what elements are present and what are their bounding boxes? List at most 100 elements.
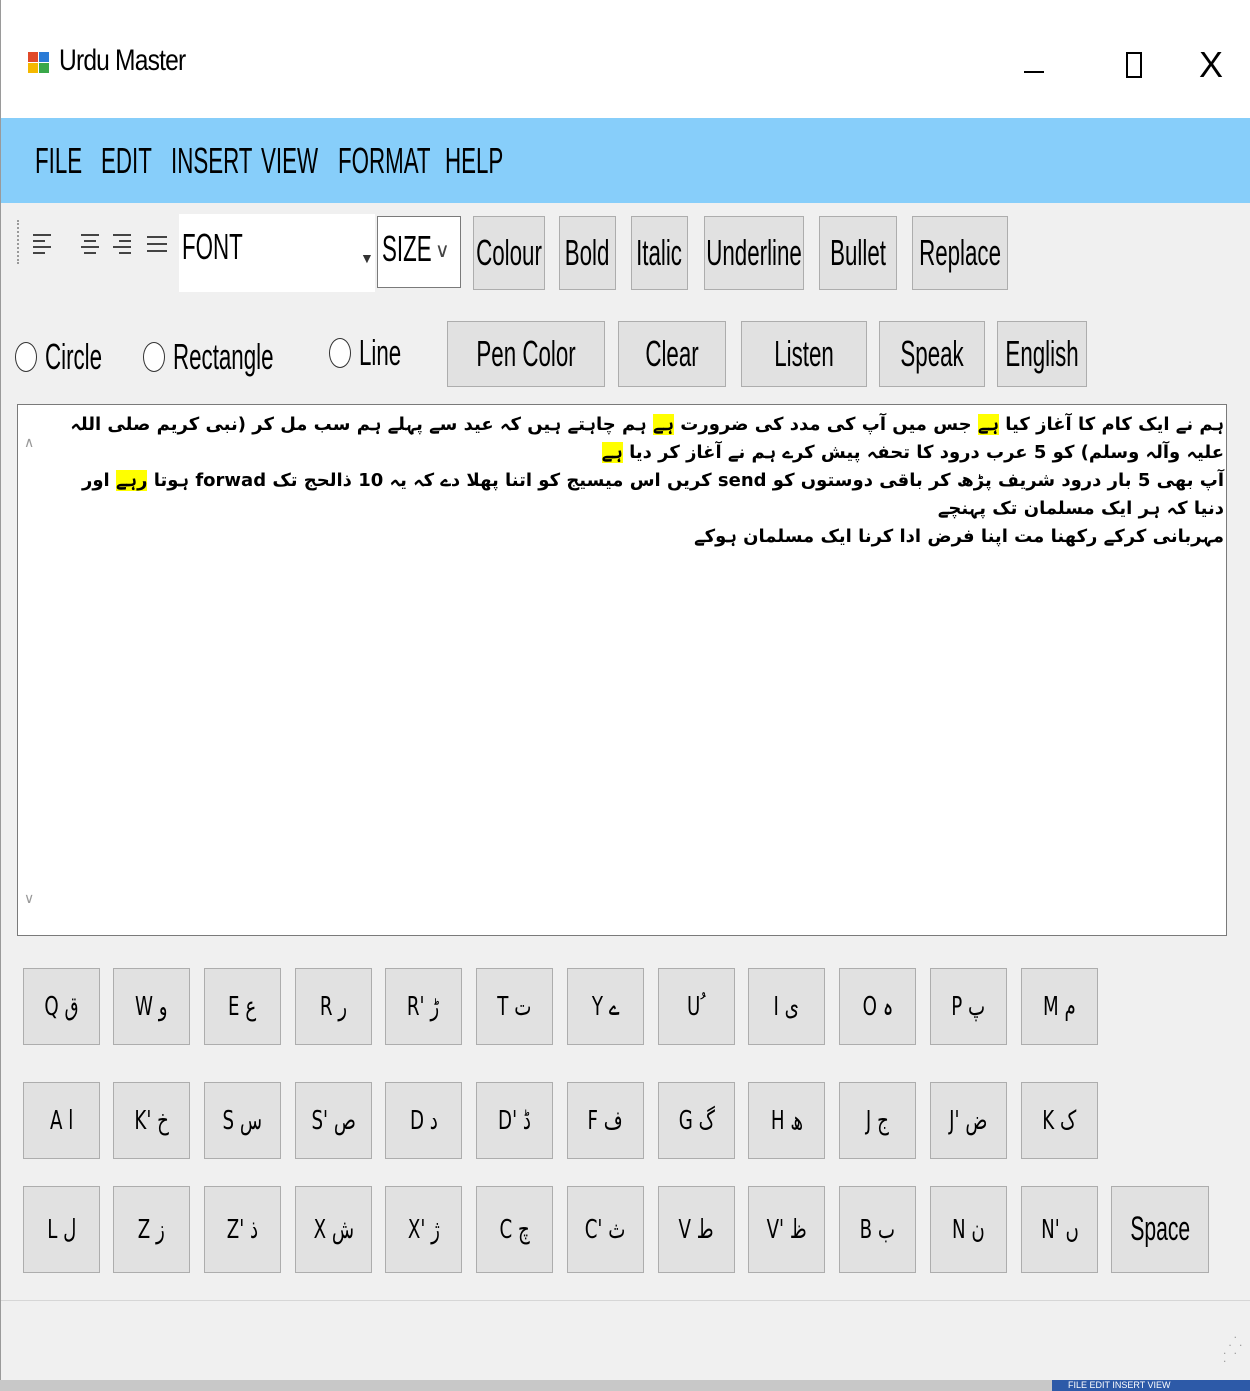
editor-content[interactable]: ہم نے ایک کام کا آغاز کیا ہے جس میں آپ ک… (48, 411, 1224, 551)
pen-color-button[interactable]: Pen Color (447, 321, 605, 387)
keyboard-key[interactable]: A ا (23, 1082, 100, 1159)
italic-button-label: Italic (636, 232, 683, 273)
minimize-icon (1024, 71, 1044, 73)
keyboard-key[interactable]: R ر (295, 968, 372, 1045)
keyboard-key-label: U ُ (687, 991, 706, 1022)
close-button[interactable]: X (1176, 30, 1246, 100)
resize-grip-icon[interactable]: . . .. . . (1223, 1328, 1242, 1370)
keyboard-key-label: X ش (313, 1214, 354, 1245)
keyboard-key-label: Y ے (591, 991, 620, 1022)
keyboard-key-label: K' خ (134, 1105, 169, 1136)
replace-button[interactable]: Replace (912, 216, 1008, 290)
line-radio-button[interactable] (329, 338, 351, 368)
keyboard-key[interactable]: R' ڑ (385, 968, 462, 1045)
toolbar-grip[interactable] (17, 220, 22, 264)
keyboard-key[interactable]: N' ں (1021, 1186, 1098, 1273)
keyboard-key[interactable]: N ن (930, 1186, 1007, 1273)
keyboard-key[interactable]: J' ض (930, 1082, 1007, 1159)
bullet-button[interactable]: Bullet (819, 216, 897, 290)
align-center-icon[interactable] (81, 232, 101, 260)
maximize-button[interactable] (1099, 30, 1169, 100)
english-button[interactable]: English (997, 321, 1087, 387)
rich-text-editor[interactable]: ہم نے ایک کام کا آغاز کیا ہے جس میں آپ ک… (17, 404, 1227, 936)
editor-line: ہم نے ایک کام کا آغاز کیا ہے جس میں آپ ک… (48, 411, 1224, 467)
editor-line: آپ بھی 5 بار درود شریف پڑھ کر باقی دوستو… (48, 467, 1224, 523)
align-right-icon[interactable] (113, 232, 133, 260)
speak-button[interactable]: Speak (879, 321, 985, 387)
italic-button[interactable]: Italic (631, 216, 688, 290)
keyboard-key[interactable]: H ھ (748, 1082, 825, 1159)
rectangle-radio-button[interactable] (143, 342, 165, 372)
keyboard-key[interactable]: D' ڈ (476, 1082, 553, 1159)
scroll-down-icon[interactable]: ∨ (24, 890, 34, 907)
keyboard-key[interactable]: T ت (476, 968, 553, 1045)
menu-view[interactable]: VIEW (261, 140, 318, 182)
circle-radio[interactable]: Circle (15, 336, 137, 378)
menu-format[interactable]: FORMAT (338, 140, 431, 182)
keyboard-key[interactable]: K ک (1021, 1082, 1098, 1159)
keyboard-key[interactable]: D د (385, 1082, 462, 1159)
app-window-icon (28, 52, 50, 74)
keyboard-key-label: J' ض (949, 1105, 988, 1136)
menu-help[interactable]: HELP (445, 140, 503, 182)
keyboard-key[interactable]: U ُ (658, 968, 735, 1045)
circle-radio-button[interactable] (15, 342, 37, 372)
editor-line: مہربانی کرکے رکھنا مت اپنا فرض ادا کرنا … (48, 523, 1224, 551)
keyboard-key[interactable]: I ی (748, 968, 825, 1045)
keyboard-key[interactable]: S س (204, 1082, 281, 1159)
size-chevron-down-icon[interactable]: ∨ (435, 238, 450, 263)
scroll-up-icon[interactable]: ∧ (24, 434, 34, 451)
keyboard-key[interactable]: X' ژ (385, 1186, 462, 1273)
speak-button-label: Speak (900, 333, 964, 374)
clear-button[interactable]: Clear (618, 321, 726, 387)
bold-button[interactable]: Bold (559, 216, 616, 290)
keyboard-key-label: N' ں (1040, 1214, 1079, 1245)
keyboard-key-label: G گ (678, 1105, 715, 1136)
keyboard-key[interactable]: S' ص (295, 1082, 372, 1159)
keyboard-key[interactable]: E ع (204, 968, 281, 1045)
keyboard-key[interactable]: G گ (658, 1082, 735, 1159)
keyboard-key-label: D د (409, 1105, 438, 1136)
keyboard-key[interactable]: L ل (23, 1186, 100, 1273)
rectangle-radio[interactable]: Rectangle (143, 336, 335, 378)
align-justify-icon[interactable] (147, 232, 167, 260)
keyboard-key[interactable]: M م (1021, 968, 1098, 1045)
keyboard-key[interactable]: P پ (930, 968, 1007, 1045)
keyboard-key[interactable]: Z ز (113, 1186, 190, 1273)
font-dropdown-arrow-icon[interactable]: ▼ (360, 250, 374, 266)
keyboard-key[interactable]: W و (113, 968, 190, 1045)
keyboard-key[interactable]: C' ث (567, 1186, 644, 1273)
keyboard-key-label: Q ق (44, 991, 79, 1022)
pen-color-button-label: Pen Color (476, 333, 576, 374)
space-key[interactable]: Space (1111, 1186, 1209, 1273)
colour-button-label: Colour (476, 232, 542, 273)
highlighted-word: ہے (601, 442, 623, 463)
keyboard-key[interactable]: V' ظ (748, 1186, 825, 1273)
size-combobox-label: SIZE (382, 228, 432, 269)
keyboard-key[interactable]: J ج (839, 1082, 916, 1159)
keyboard-key[interactable]: C چ (476, 1186, 553, 1273)
minimize-button[interactable] (999, 30, 1069, 100)
underline-button-label: Underline (706, 232, 802, 273)
keyboard-key-label: Z' ذ (226, 1214, 259, 1245)
keyboard-key[interactable]: Y ے (567, 968, 644, 1045)
keyboard-key[interactable]: B ب (839, 1186, 916, 1273)
keyboard-key[interactable]: Z' ذ (204, 1186, 281, 1273)
keyboard-key[interactable]: X ش (295, 1186, 372, 1273)
menu-file[interactable]: FILE (35, 140, 82, 182)
listen-button[interactable]: Listen (741, 321, 867, 387)
highlighted-word: رہے (115, 470, 148, 491)
keyboard-key[interactable]: F ف (567, 1082, 644, 1159)
keyboard-key[interactable]: O ہ (839, 968, 916, 1045)
menu-edit[interactable]: EDIT (101, 140, 152, 182)
colour-button[interactable]: Colour (473, 216, 545, 290)
menu-insert[interactable]: INSERT (171, 140, 252, 182)
keyboard-key[interactable]: Q ق (23, 968, 100, 1045)
keyboard-key[interactable]: K' خ (113, 1082, 190, 1159)
line-radio[interactable]: Line (329, 332, 427, 374)
keyboard-key[interactable]: V ط (658, 1186, 735, 1273)
underline-button[interactable]: Underline (704, 216, 804, 290)
align-left-icon[interactable] (33, 232, 53, 260)
taskbar-thumbnail: FILE EDIT INSERT VIEW (1052, 1380, 1250, 1391)
keyboard-key-label: I ی (773, 991, 800, 1022)
